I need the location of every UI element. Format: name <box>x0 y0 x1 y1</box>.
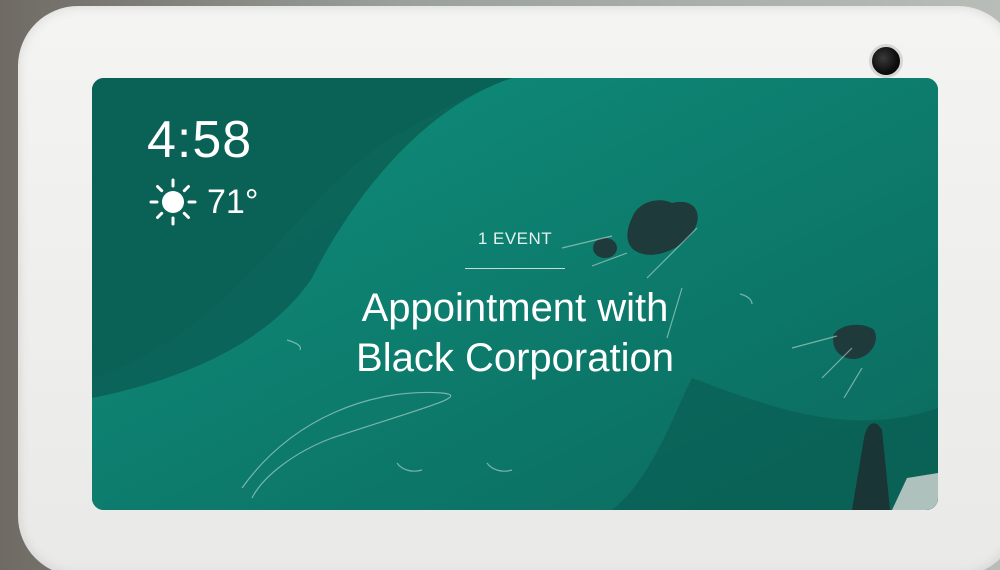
event-title-line-2: Black Corporation <box>356 336 674 380</box>
event-title-line-1: Appointment with <box>361 286 669 330</box>
camera-icon <box>869 44 903 78</box>
event-count-label: 1 EVENT <box>477 229 553 248</box>
event-title[interactable]: Appointment with Black Corporation <box>92 283 938 383</box>
divider-line <box>465 268 565 269</box>
clock-time: 4:58 <box>147 111 253 169</box>
weather-widget[interactable]: 71° <box>147 176 258 228</box>
display-screen[interactable]: 4:58 71° 1 EVENT Appointment with Black … <box>92 78 938 510</box>
sun-icon <box>149 178 197 226</box>
temperature-label: 71° <box>207 182 259 221</box>
photo-background: 4:58 71° 1 EVENT Appointment with Black … <box>0 0 1000 570</box>
